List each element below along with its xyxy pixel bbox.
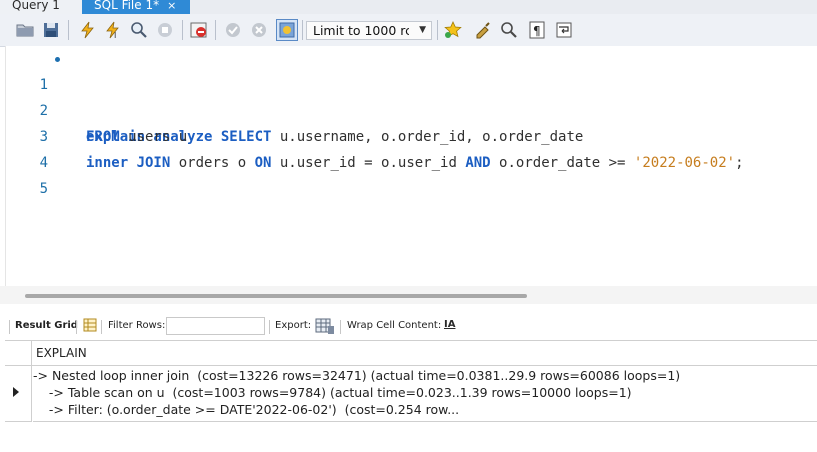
beautify-broom-icon[interactable]: [472, 19, 494, 41]
autocommit-toggle-icon[interactable]: [276, 19, 298, 41]
svg-text:¶: ¶: [533, 24, 541, 38]
export-icon[interactable]: [315, 317, 335, 338]
add-snippet-star-icon[interactable]: [442, 19, 464, 41]
tab-bar: Query 1 SQL File 1* ×: [0, 0, 817, 15]
stop-icon[interactable]: [154, 19, 176, 41]
sql-editor[interactable]: 1 explain analyze SELECT u.username, o.o…: [5, 46, 817, 286]
tab-label: Query 1: [12, 0, 60, 12]
execute-lightning-icon[interactable]: [76, 19, 98, 41]
toolbar-separator: [215, 20, 216, 40]
editor-line: 4: [6, 124, 806, 171]
limit-rows-select[interactable]: Limit to 1000 rc ▼: [306, 21, 432, 40]
line-number: 5: [39, 181, 48, 197]
tab-label: SQL File 1*: [94, 0, 160, 12]
rollback-x-icon[interactable]: [248, 19, 270, 41]
toolbar-separator: [182, 20, 183, 40]
toolbar-separator: [101, 320, 102, 334]
explain-line: -> Table scan on u (cost=1003 rows=9784)…: [33, 385, 632, 400]
toolbar-separator: [437, 20, 438, 40]
toolbar-separator: [302, 20, 303, 40]
editor-line: 3 inner JOIN orders o ON u.user_id = o.u…: [6, 98, 806, 171]
table-cell-explain[interactable]: -> Nested loop inner join (cost=13226 ro…: [33, 366, 817, 422]
editor-line: 2 FROM users u: [6, 72, 806, 145]
svg-text:I: I: [114, 31, 116, 39]
open-folder-icon[interactable]: [14, 19, 36, 41]
commit-check-icon[interactable]: [222, 19, 244, 41]
export-label: Export:: [275, 320, 312, 331]
wrap-cell-content-label: Wrap Cell Content:: [347, 320, 442, 331]
row-selector[interactable]: [5, 366, 32, 422]
row-header-corner[interactable]: [5, 341, 32, 365]
column-header-explain[interactable]: EXPLAIN: [36, 346, 87, 360]
editor-line: 5: [6, 150, 806, 197]
invisible-chars-pilcrow-icon[interactable]: ¶: [526, 19, 548, 41]
toolbar-separator: [68, 20, 69, 40]
chevron-down-icon: ▼: [419, 25, 426, 35]
execute-statement-icon[interactable]: I: [102, 19, 124, 41]
result-toolbar: Result Grid Filter Rows: Export: Wrap Ce…: [0, 314, 817, 340]
find-magnifier-icon[interactable]: [498, 19, 520, 41]
filter-rows-input[interactable]: [166, 317, 265, 335]
toolbar-separator: [269, 320, 270, 334]
save-icon[interactable]: [40, 19, 62, 41]
editor-toolbar: I Limit to 1000 rc ▼ ¶: [0, 14, 817, 47]
tab-sql-file-1[interactable]: SQL File 1* ×: [82, 0, 190, 14]
explain-line: -> Nested loop inner join (cost=13226 ro…: [33, 368, 681, 383]
explain-line: -> Filter: (o.order_date >= DATE'2022-06…: [33, 402, 460, 417]
statement-marker-icon: [55, 57, 60, 62]
tab-query-1[interactable]: Query 1: [0, 0, 82, 14]
toggle-error-icon[interactable]: [188, 19, 210, 41]
toolbar-separator: [9, 320, 10, 334]
result-grid: EXPLAIN -> Nested loop inner join (cost=…: [5, 340, 817, 452]
explain-magnifier-icon[interactable]: [128, 19, 150, 41]
grid-view-icon[interactable]: [83, 318, 97, 335]
grid-header: EXPLAIN: [5, 341, 817, 366]
current-row-arrow-icon: [13, 387, 19, 397]
wrap-cell-icon[interactable]: IA: [444, 319, 455, 330]
scrollbar-thumb[interactable]: [25, 294, 527, 298]
limit-rows-value: Limit to 1000 rc: [313, 23, 409, 38]
editor-line: 1 explain analyze SELECT u.username, o.o…: [6, 46, 806, 145]
toolbar-separator: [76, 320, 77, 334]
result-grid-tab[interactable]: Result Grid: [15, 320, 78, 331]
toolbar-separator: [340, 320, 341, 334]
filter-rows-label: Filter Rows:: [108, 320, 166, 331]
wrap-lines-icon[interactable]: [553, 19, 575, 41]
close-icon[interactable]: ×: [167, 0, 176, 12]
